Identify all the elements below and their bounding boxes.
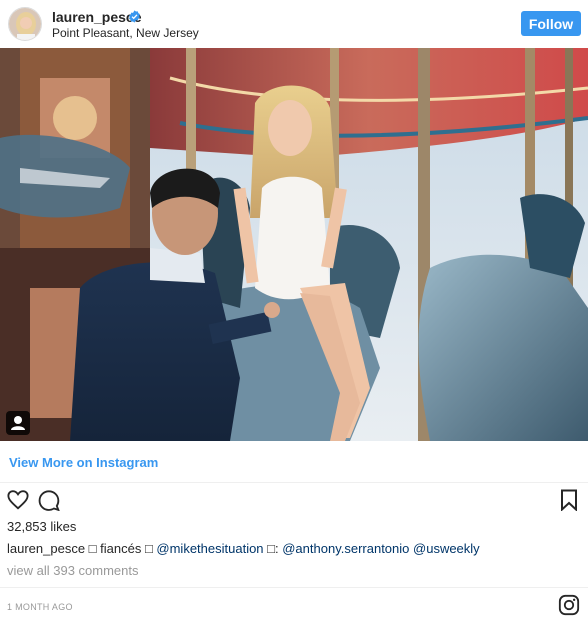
post-timestamp: 1 MONTH AGO — [7, 602, 73, 612]
location-link[interactable]: Point Pleasant, New Jersey — [52, 26, 199, 40]
avatar[interactable] — [8, 7, 42, 41]
verified-badge-icon — [129, 10, 140, 23]
instagram-post: lauren_pesce Point Pleasant, New Jersey … — [0, 0, 588, 621]
action-bar — [0, 483, 588, 515]
comment-icon[interactable] — [38, 489, 60, 511]
follow-button[interactable]: Follow — [521, 11, 581, 36]
caption-username[interactable]: lauren_pesce — [7, 541, 85, 556]
view-more-bar: View More on Instagram — [0, 441, 588, 483]
caption-text-2: □: — [263, 541, 283, 556]
mention-usweekly[interactable]: @usweekly — [413, 541, 480, 556]
post-photo[interactable] — [0, 48, 588, 441]
caption-text-1: □ fiancés □ — [85, 541, 157, 556]
view-more-link[interactable]: View More on Instagram — [9, 455, 158, 470]
view-all-comments-link[interactable]: view all 393 comments — [7, 563, 139, 578]
divider — [0, 587, 588, 588]
likes-count[interactable]: 32,853 likes — [7, 519, 76, 534]
caption: lauren_pesce □ fiancés □ @mikethesituati… — [7, 541, 480, 556]
bookmark-icon[interactable] — [560, 489, 578, 511]
person-tag-icon[interactable] — [6, 411, 30, 435]
mention-mikethesituation[interactable]: @mikethesituation — [156, 541, 263, 556]
heart-icon[interactable] — [7, 489, 29, 511]
post-header: lauren_pesce Point Pleasant, New Jersey … — [0, 0, 588, 48]
instagram-logo-icon[interactable] — [558, 594, 580, 616]
mention-anthony-serrantonio[interactable]: @anthony.serrantonio — [282, 541, 409, 556]
